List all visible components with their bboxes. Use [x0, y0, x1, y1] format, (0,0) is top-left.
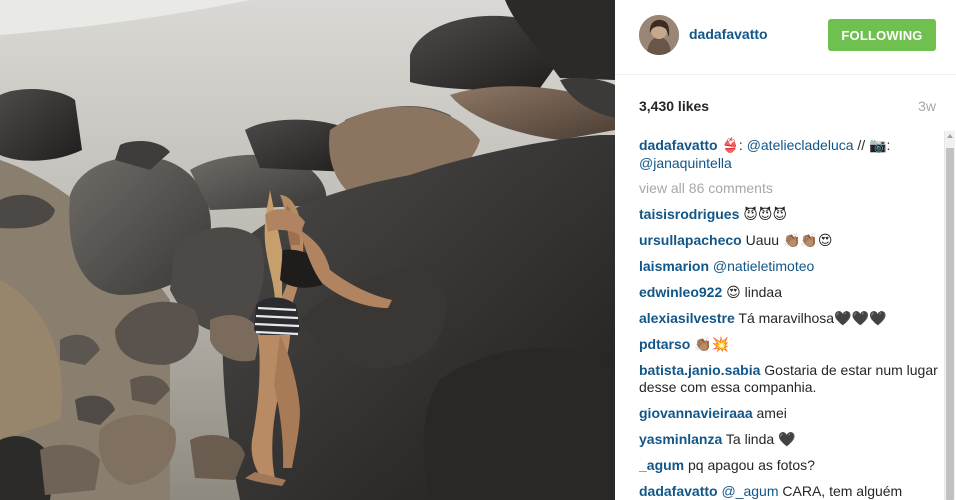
comment: taisisrodrigues 😈😈😈: [639, 206, 939, 224]
comment-text: 😍 lindaa: [726, 283, 783, 300]
comments-list: dadafavatto 👙: @ateliecladeluca // 📷: @j…: [639, 137, 939, 500]
post-time[interactable]: 3w: [918, 98, 936, 114]
comment-username[interactable]: ursullapacheco: [639, 232, 742, 248]
comment: dadafavatto @_agum CARA, tem alguém: [639, 483, 939, 500]
scrollbar-thumb[interactable]: [946, 148, 954, 500]
comment: pdtarso 👏🏽💥: [639, 336, 939, 354]
caption-separator: :: [738, 137, 743, 153]
likes-row: 3,430 likes 3w: [639, 98, 936, 116]
post-sidebar: dadafavatto FOLLOWING 3,430 likes 3w dad…: [615, 0, 956, 500]
scroll-up-arrow-icon[interactable]: [947, 134, 953, 138]
view-all-comments-link[interactable]: view all 86 comments: [639, 180, 939, 198]
likes-count[interactable]: 3,430 likes: [639, 98, 709, 114]
caption-mention[interactable]: @ateliecladeluca: [747, 137, 854, 153]
header-username[interactable]: dadafavatto: [689, 26, 768, 42]
comment-username[interactable]: _agum: [639, 457, 684, 473]
comment: giovannavieiraaa amei: [639, 405, 939, 423]
comment-username[interactable]: giovannavieiraaa: [639, 405, 753, 421]
comment-text: pq apagou as fotos?: [688, 456, 815, 473]
comment-text: Uauu 👏🏽👏🏽😍: [745, 232, 833, 249]
comment-text: CARA, tem alguém: [782, 482, 903, 499]
comment: edwinleo922 😍 lindaa: [639, 284, 939, 302]
post-header: dadafavatto FOLLOWING: [615, 0, 956, 75]
avatar-image: [639, 15, 679, 55]
comment-username[interactable]: taisisrodrigues: [639, 206, 739, 222]
comment-text: Ta linda 🖤: [725, 430, 796, 447]
comment-mention[interactable]: @natieletimoteo: [713, 258, 814, 274]
caption-separator: //: [857, 137, 866, 153]
comment-username[interactable]: edwinleo922: [639, 284, 722, 300]
comment: _agum pq apagou as fotos?: [639, 457, 939, 475]
comment-username[interactable]: alexiasilvestre: [639, 310, 735, 326]
comment-username[interactable]: pdtarso: [639, 336, 690, 352]
caption-separator: :: [886, 137, 891, 153]
comment: batista.janio.sabia Gostaria de estar nu…: [639, 362, 939, 397]
caption-mention[interactable]: @janaquintella: [639, 155, 732, 171]
comment-username[interactable]: dadafavatto: [639, 483, 718, 499]
comment: yasminlanza Ta linda 🖤: [639, 431, 939, 449]
comment-username[interactable]: batista.janio.sabia: [639, 362, 760, 378]
comment: ursullapacheco Uauu 👏🏽👏🏽😍: [639, 232, 939, 250]
comments-scrollbar[interactable]: [944, 131, 955, 500]
comment-text: Tá maravilhosa🖤🖤🖤: [738, 309, 887, 326]
avatar[interactable]: [639, 15, 679, 55]
camera-emoji-icon: 📷: [869, 137, 887, 153]
beach-rocks-photo: [0, 0, 615, 500]
comment-text: 😈😈😈: [743, 206, 788, 223]
comment-username[interactable]: laismarion: [639, 258, 709, 274]
caption-username[interactable]: dadafavatto: [639, 137, 718, 153]
comment-text: amei: [756, 405, 787, 422]
post-photo[interactable]: [0, 0, 615, 500]
comment-text: 👏🏽💥: [694, 335, 730, 352]
following-button[interactable]: FOLLOWING: [828, 19, 936, 51]
comment-username[interactable]: yasminlanza: [639, 431, 722, 447]
comment-mention[interactable]: @_agum: [721, 483, 778, 499]
caption: dadafavatto 👙: @ateliecladeluca // 📷: @j…: [639, 137, 939, 172]
comment: laismarion @natieletimoteo: [639, 258, 939, 276]
bikini-emoji-icon: 👙: [721, 137, 739, 153]
comment: alexiasilvestre Tá maravilhosa🖤🖤🖤: [639, 310, 939, 328]
